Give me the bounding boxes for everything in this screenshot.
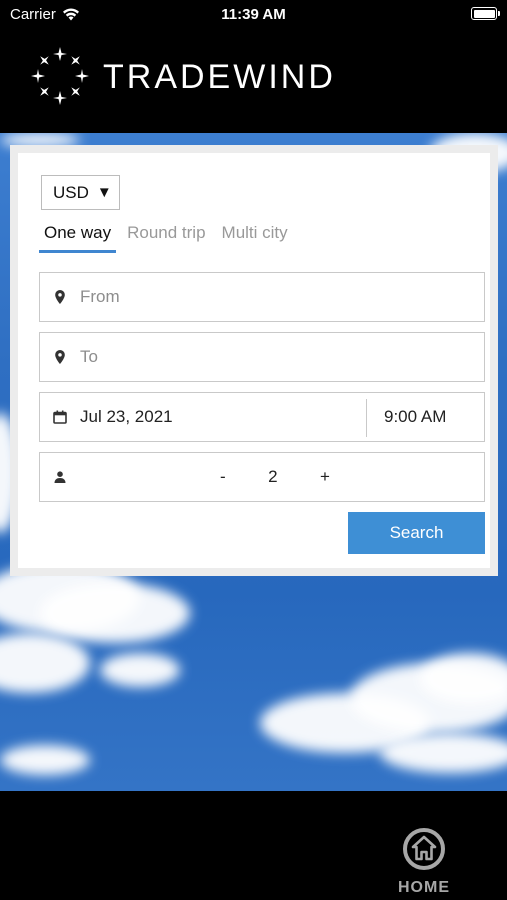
map-pin-icon: [40, 350, 80, 364]
tab-one-way[interactable]: One way: [39, 223, 117, 253]
to-field[interactable]: To: [39, 332, 485, 382]
passenger-stepper: - 2 +: [220, 453, 330, 501]
booking-card: USD ▼ One way Round trip Multi city From…: [10, 145, 498, 576]
divider: [366, 399, 367, 437]
caret-down-icon: ▼: [96, 184, 112, 201]
nav-home-label: HOME: [398, 879, 450, 896]
time-value[interactable]: 9:00 AM: [384, 407, 446, 427]
to-placeholder: To: [80, 347, 98, 366]
date-value[interactable]: Jul 23, 2021: [80, 407, 173, 427]
map-pin-icon: [40, 290, 80, 304]
tradewind-logo-icon: [31, 47, 89, 105]
home-icon: [403, 828, 445, 870]
booking-form: USD ▼ One way Round trip Multi city From…: [18, 153, 490, 568]
trip-type-tabs: One way Round trip Multi city: [39, 223, 299, 253]
increment-button[interactable]: +: [320, 467, 330, 487]
tab-round-trip[interactable]: Round trip: [122, 223, 210, 253]
calendar-icon: [40, 410, 80, 424]
bottom-nav: HOME: [0, 791, 507, 900]
status-time: 11:39 AM: [221, 6, 286, 23]
currency-value: USD: [53, 182, 89, 202]
decrement-button[interactable]: -: [220, 467, 226, 487]
app-header: TRADEWIND: [0, 30, 507, 133]
battery-icon: [471, 7, 500, 20]
passenger-count: 2: [268, 467, 278, 486]
tab-multi-city[interactable]: Multi city: [217, 223, 293, 253]
date-time-field[interactable]: Jul 23, 2021 9:00 AM: [39, 392, 485, 442]
brand-name: TRADEWIND: [103, 58, 336, 96]
nav-home[interactable]: HOME: [393, 827, 455, 897]
status-bar: Carrier 11:39 AM: [0, 0, 507, 30]
currency-select[interactable]: USD ▼: [41, 175, 120, 210]
from-placeholder: From: [80, 287, 120, 306]
search-button[interactable]: Search: [348, 512, 485, 554]
person-icon: [40, 471, 80, 483]
passenger-field: - 2 +: [39, 452, 485, 502]
from-field[interactable]: From: [39, 272, 485, 322]
